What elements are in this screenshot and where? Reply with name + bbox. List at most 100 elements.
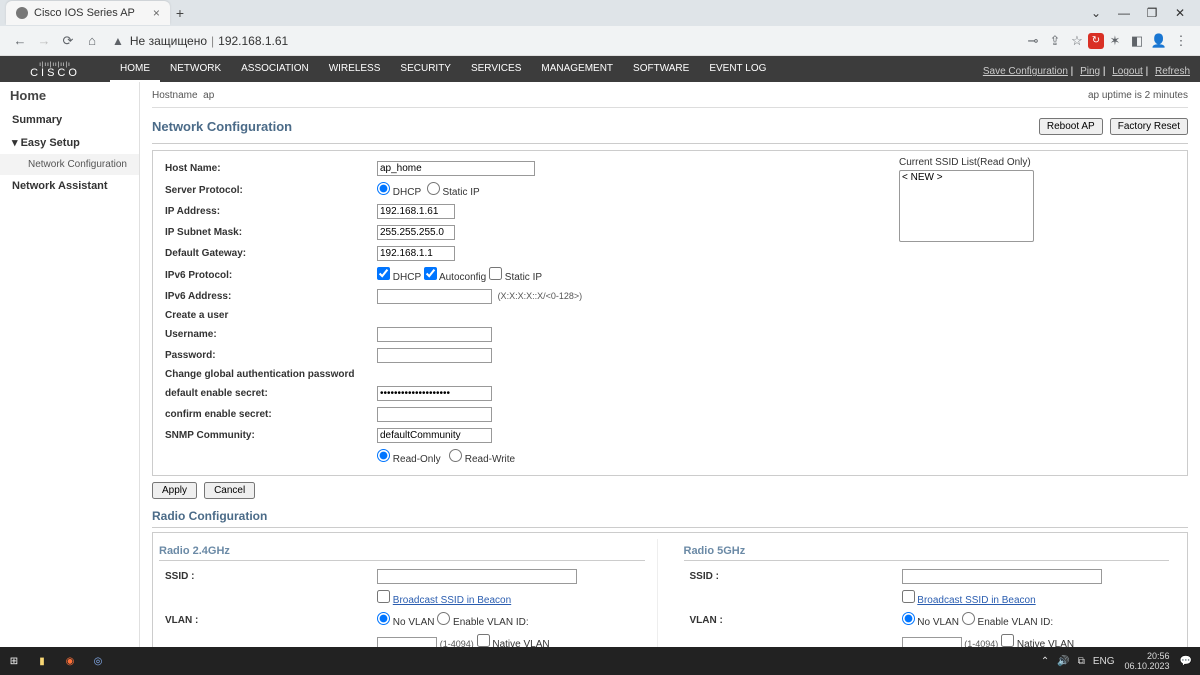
vlan-5-hint: (1-4094) [964, 639, 998, 647]
snmp-rw-radio[interactable] [449, 449, 462, 462]
browser-tab[interactable]: Cisco IOS Series AP × [6, 1, 170, 25]
nav-software[interactable]: SOFTWARE [623, 57, 699, 82]
protocol-static-radio[interactable] [427, 182, 440, 195]
factory-reset-button[interactable]: Factory Reset [1110, 118, 1188, 135]
ssid-5-input[interactable] [902, 569, 1102, 584]
menu-icon[interactable]: ⋮ [1170, 33, 1192, 49]
vlan-5-no-radio[interactable] [902, 612, 915, 625]
cisco-header: ı|ıı|ıı|ıı|ıCISCO HOME NETWORK ASSOCIATI… [0, 56, 1200, 82]
sidebar-item-easy-setup[interactable]: ▾ Easy Setup [0, 131, 139, 154]
sidebar-item-network-assistant[interactable]: Network Assistant [0, 175, 139, 197]
ssid-list-box: Current SSID List(Read Only) < NEW > [899, 157, 1181, 469]
start-button[interactable]: ⊞ [0, 647, 28, 675]
protocol-static-label: Static IP [442, 187, 479, 198]
tray-notifications-icon[interactable]: 💬 [1180, 656, 1192, 667]
sidebar-title: Home [0, 82, 139, 109]
nav-eventlog[interactable]: EVENT LOG [699, 57, 776, 82]
vlan-5-no-label: No VLAN [917, 617, 959, 628]
ipv6-autoconfig-checkbox[interactable] [424, 267, 437, 280]
clock[interactable]: 20:56 06.10.2023 [1119, 651, 1176, 671]
update-icon[interactable]: ↻ [1088, 33, 1104, 49]
ssid-list-title: Current SSID List(Read Only) [899, 157, 1181, 168]
tab-close-icon[interactable]: × [153, 6, 160, 20]
vlan-24-native-checkbox[interactable] [477, 634, 490, 647]
side-panel-icon[interactable]: ◧ [1126, 33, 1148, 49]
vlan-5-label: VLAN : [686, 610, 896, 630]
tray-chevron-icon[interactable]: ⌃ [1041, 656, 1049, 667]
vlan-24-no-radio[interactable] [377, 612, 390, 625]
ipv6-static-checkbox[interactable] [489, 267, 502, 280]
vlan-24-id-input[interactable] [377, 637, 437, 647]
nav-wireless[interactable]: WIRELESS [319, 57, 391, 82]
subnet-mask-input[interactable] [377, 225, 455, 240]
share-icon[interactable]: ⇪ [1044, 33, 1066, 49]
nav-management[interactable]: MANAGEMENT [531, 57, 623, 82]
nav-security[interactable]: SECURITY [390, 57, 461, 82]
reboot-ap-button[interactable]: Reboot AP [1039, 118, 1103, 135]
new-tab-button[interactable]: + [176, 5, 184, 21]
bcast-5-link[interactable]: Broadcast SSID in Beacon [917, 595, 1035, 606]
vlan-24-no-label: No VLAN [393, 617, 435, 628]
username-input[interactable] [377, 327, 492, 342]
cancel-button[interactable]: Cancel [204, 482, 255, 499]
hostname-value: ap [203, 90, 214, 101]
snmp-input[interactable] [377, 428, 492, 443]
default-secret-input[interactable] [377, 386, 492, 401]
protocol-dhcp-radio[interactable] [377, 182, 390, 195]
snmp-ro-radio[interactable] [377, 449, 390, 462]
logout-link[interactable]: Logout [1112, 66, 1143, 77]
profile-icon[interactable]: 👤 [1148, 33, 1170, 49]
vlan-5-native-checkbox[interactable] [1001, 634, 1014, 647]
window-maximize-icon[interactable]: ❐ [1138, 6, 1166, 20]
key-icon[interactable]: ⊸ [1022, 33, 1044, 49]
nav-association[interactable]: ASSOCIATION [231, 57, 319, 82]
host-name-input[interactable] [377, 161, 535, 176]
refresh-link[interactable]: Refresh [1155, 66, 1190, 77]
ipv6-autoconfig-label: Autoconfig [439, 272, 486, 283]
apply-button[interactable]: Apply [152, 482, 197, 499]
tray-speaker-icon[interactable]: 🔊 [1057, 656, 1069, 667]
ssid-list-select[interactable]: < NEW > [899, 170, 1034, 242]
firefox-icon[interactable]: ◉ [56, 647, 84, 675]
nav-network[interactable]: NETWORK [160, 57, 231, 82]
bcast-24-link[interactable]: Broadcast SSID in Beacon [393, 595, 511, 606]
extensions-icon[interactable]: ✶ [1104, 33, 1126, 49]
ssid-24-input[interactable] [377, 569, 577, 584]
sidebar-item-summary[interactable]: Summary [0, 109, 139, 131]
radio-5ghz-title: Radio 5GHz [684, 539, 1170, 561]
star-icon[interactable]: ☆ [1066, 33, 1088, 49]
ipv6-dhcp-checkbox[interactable] [377, 267, 390, 280]
ipv6-address-input[interactable] [377, 289, 492, 304]
password-input[interactable] [377, 348, 492, 363]
bcast-5-checkbox[interactable] [902, 590, 915, 603]
ip-address-input[interactable] [377, 204, 455, 219]
file-explorer-icon[interactable]: ▮ [28, 647, 56, 675]
window-close-icon[interactable]: ✕ [1166, 6, 1194, 20]
default-gateway-input[interactable] [377, 246, 455, 261]
tray-language[interactable]: ENG [1093, 656, 1115, 667]
chrome-icon[interactable]: ◎ [84, 647, 112, 675]
save-config-link[interactable]: Save Configuration [983, 66, 1068, 77]
sidebar-item-network-config[interactable]: Network Configuration [0, 154, 139, 175]
ipv6-address-label: IPv6 Address: [161, 287, 371, 306]
nav-reload-icon[interactable]: ⟳ [56, 33, 80, 49]
window-minimize-icon[interactable]: — [1110, 6, 1138, 20]
confirm-secret-input[interactable] [377, 407, 492, 422]
omnibox[interactable]: ▲ Не защищено | 192.168.1.61 [104, 34, 1022, 48]
ping-link[interactable]: Ping [1080, 66, 1100, 77]
nav-forward-icon[interactable]: → [32, 33, 56, 48]
vlan-5-en-radio[interactable] [962, 612, 975, 625]
protocol-dhcp-label: DHCP [393, 187, 421, 198]
nav-services[interactable]: SERVICES [461, 57, 531, 82]
nav-home[interactable]: HOME [110, 57, 160, 82]
ssid-list-item[interactable]: < NEW > [902, 172, 1031, 184]
window-caret-down-icon[interactable]: ⌄ [1082, 6, 1110, 20]
vlan-5-id-input[interactable] [902, 637, 962, 647]
tray-network-icon[interactable]: ⧉ [1078, 656, 1085, 667]
bcast-24-checkbox[interactable] [377, 590, 390, 603]
header-right-links: Save Configuration | Ping | Logout | Ref… [979, 66, 1200, 82]
nav-back-icon[interactable]: ← [8, 33, 32, 48]
vlan-24-en-radio[interactable] [437, 612, 450, 625]
confirm-secret-label: confirm enable secret: [161, 405, 371, 424]
nav-home-icon[interactable]: ⌂ [80, 33, 104, 48]
